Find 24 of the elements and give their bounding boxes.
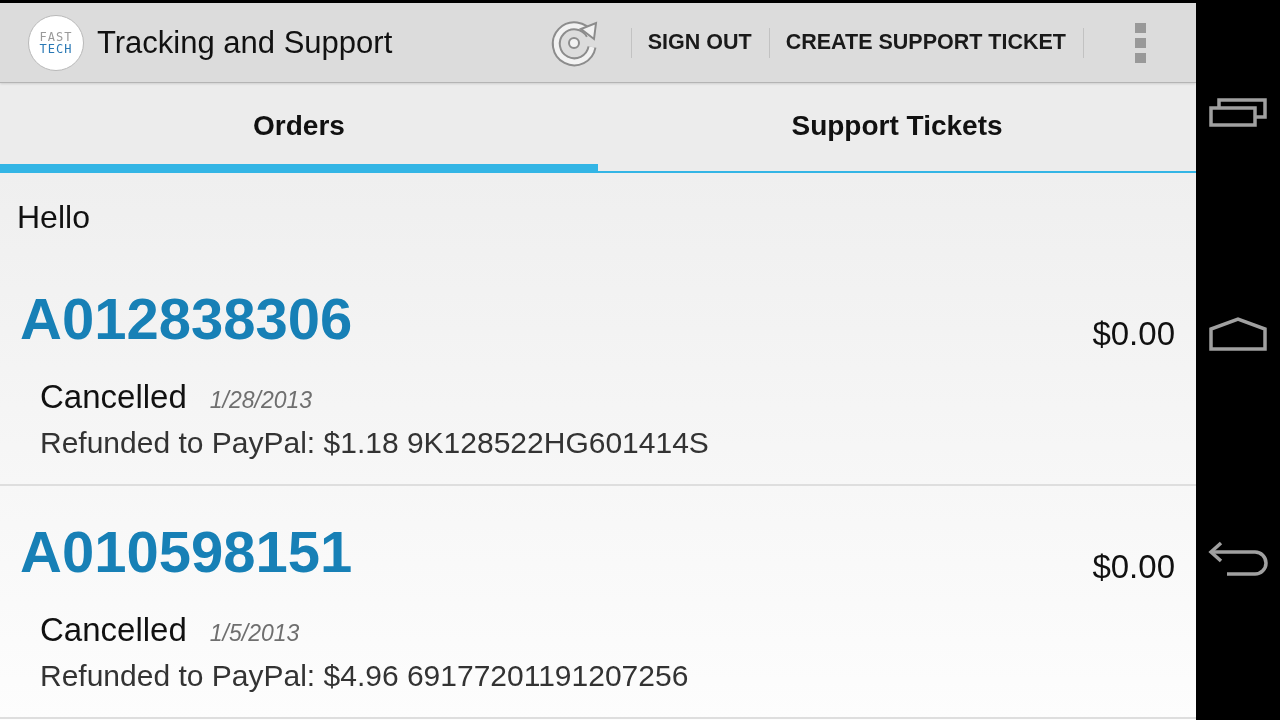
order-total: $0.00 bbox=[1092, 314, 1175, 354]
greeting-text: Hello bbox=[17, 199, 90, 235]
app-title: Tracking and Support bbox=[97, 24, 393, 61]
recent-apps-button[interactable] bbox=[1209, 97, 1267, 127]
overflow-menu-icon bbox=[1134, 22, 1146, 63]
logo-text: TECH bbox=[39, 42, 73, 55]
home-icon bbox=[1209, 317, 1267, 351]
refresh-icon bbox=[549, 18, 598, 67]
order-status: Cancelled bbox=[40, 377, 187, 417]
order-status: Cancelled bbox=[40, 610, 187, 650]
order-number: A012838306 bbox=[20, 287, 353, 351]
action-button[interactable]: SIGN OUT bbox=[631, 3, 769, 82]
back-arrow-icon bbox=[1207, 541, 1269, 577]
refund-details: Refunded to PayPal: $4.96 69177201191207256 bbox=[40, 658, 689, 694]
back-button[interactable] bbox=[1207, 541, 1269, 577]
order-total: $0.00 bbox=[1092, 547, 1175, 587]
action-button[interactable]: CREATE SUPPORT TICKET bbox=[769, 3, 1083, 82]
order-date: 1/5/2013 bbox=[209, 620, 300, 647]
refund-details: Refunded to PayPal: $1.18 9K128522HG601414S bbox=[40, 425, 709, 461]
home-button[interactable] bbox=[1209, 317, 1267, 351]
logo-text: FAST bbox=[39, 30, 73, 43]
order-number: A010598151 bbox=[20, 520, 353, 584]
order-date: 1/28/2013 bbox=[209, 387, 313, 414]
recent-apps-icon bbox=[1209, 97, 1267, 127]
